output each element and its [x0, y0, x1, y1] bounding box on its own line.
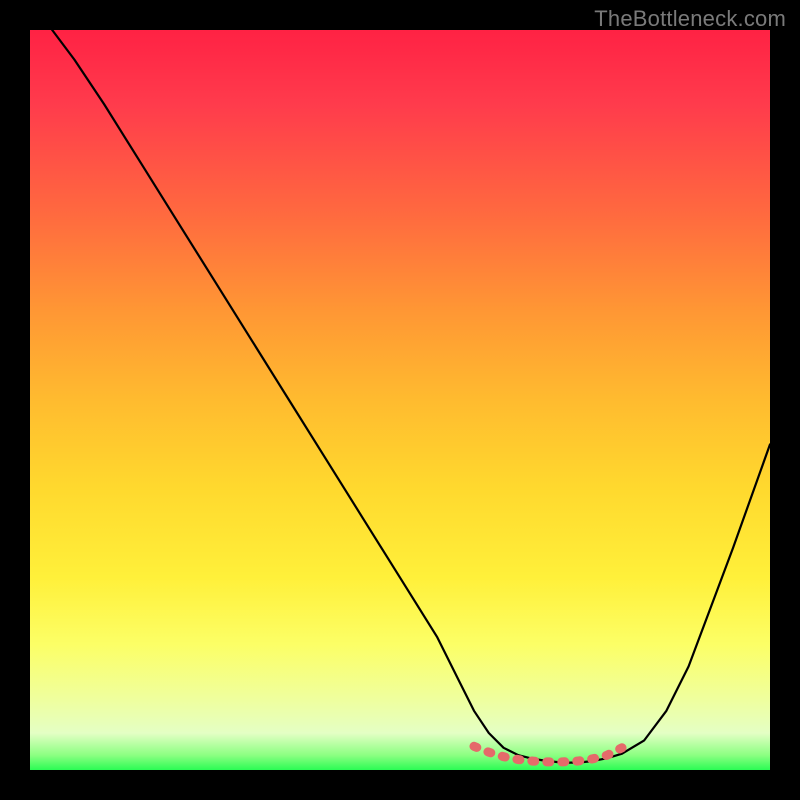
chart-frame: TheBottleneck.com: [0, 0, 800, 800]
bottleneck-curve-path: [52, 30, 770, 763]
curve-layer: [30, 30, 770, 770]
watermark-text: TheBottleneck.com: [594, 6, 786, 32]
plot-area: [30, 30, 770, 770]
